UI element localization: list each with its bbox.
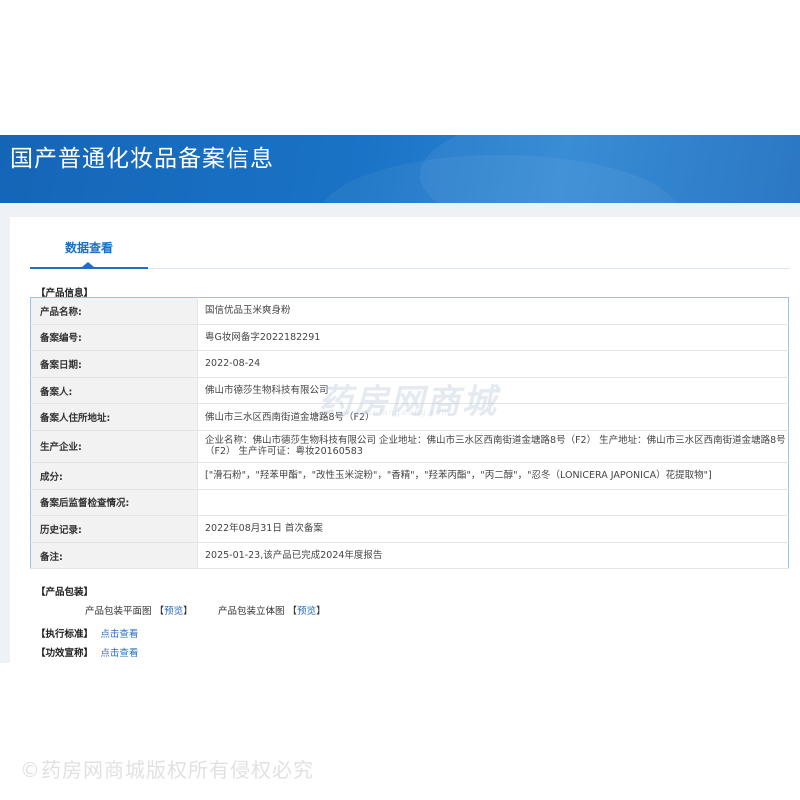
bracket-close: 】 xyxy=(183,606,193,617)
table-row: 产品名称: 国信优品玉米爽身粉 xyxy=(30,297,789,325)
bracket-open: 【 xyxy=(287,606,298,617)
standard-view-link[interactable]: 点击查看 xyxy=(100,629,138,640)
row-key: 备案人: xyxy=(30,377,198,405)
table-row: 备注: 2025-01-23,该产品已完成2024年度报告 xyxy=(30,542,789,570)
packaging-solid: 产品包装立体图 【预览】 xyxy=(218,603,326,617)
page-title: 国产普通化妆品备案信息 xyxy=(10,146,274,172)
row-key: 产品名称: xyxy=(30,297,198,325)
standard-row: 【执行标准】 点击查看 xyxy=(36,626,138,640)
table-row: 备案编号: 粤G妆网备字2022182291 xyxy=(30,324,789,352)
packaging-solid-label: 产品包装立体图 xyxy=(218,606,285,617)
row-value: 国信优品玉米爽身粉 xyxy=(197,297,789,325)
row-key: 备案日期: xyxy=(30,350,198,378)
bracket-close: 】 xyxy=(316,606,326,617)
watermark-url: www.yaofangwang.com xyxy=(336,408,451,417)
efficacy-label: 【功效宣称】 xyxy=(36,648,94,659)
packaging-plan: 产品包装平面图 【预览】 xyxy=(85,603,193,617)
product-info-table: 产品名称: 国信优品玉米爽身粉 备案编号: 粤G妆网备字2022182291 备… xyxy=(30,297,789,570)
copyright-watermark: ©药房网商城版权所有侵权必究 xyxy=(20,758,314,782)
tab-bar: 数据查看 xyxy=(30,235,790,269)
packaging-plan-label: 产品包装平面图 xyxy=(85,606,152,617)
tab-data-view[interactable]: 数据查看 xyxy=(30,235,148,269)
row-key: 历史记录: xyxy=(30,515,198,543)
tab-label: 数据查看 xyxy=(64,241,113,255)
preview-plan-link[interactable]: 预览 xyxy=(164,606,183,617)
header-banner: 国产普通化妆品备案信息 xyxy=(0,135,800,203)
row-key: 生产企业: xyxy=(30,430,198,463)
row-value: 企业名称：佛山市德莎生物科技有限公司 企业地址：佛山市三水区西南街道金塘路8号（… xyxy=(197,430,789,463)
row-key: 备案人住所地址: xyxy=(30,403,198,431)
row-value: 2025-01-23,该产品已完成2024年度报告 xyxy=(197,542,789,570)
table-row: 成分: ["滑石粉"，"羟苯甲酯"，"改性玉米淀粉"，"香精"，"羟苯丙酯"，"… xyxy=(30,462,789,490)
packaging-label: 【产品包装】 xyxy=(36,587,94,598)
row-value: 2022年08月31日 首次备案 xyxy=(197,515,789,543)
table-row: 备案后监督检查情况: xyxy=(30,489,789,517)
row-key: 备案编号: xyxy=(30,324,198,352)
table-row: 生产企业: 企业名称：佛山市德莎生物科技有限公司 企业地址：佛山市三水区西南街道… xyxy=(30,430,789,463)
efficacy-view-link[interactable]: 点击查看 xyxy=(100,648,138,659)
row-key: 备注: xyxy=(30,542,198,570)
table-row: 历史记录: 2022年08月31日 首次备案 xyxy=(30,515,789,543)
preview-solid-link[interactable]: 预览 xyxy=(297,606,316,617)
standard-label: 【执行标准】 xyxy=(36,629,94,640)
row-value: ["滑石粉"，"羟苯甲酯"，"改性玉米淀粉"，"香精"，"羟苯丙酯"，"丙二醇"… xyxy=(197,462,789,490)
row-value xyxy=(197,489,789,517)
row-key: 成分: xyxy=(30,462,198,490)
efficacy-row: 【功效宣称】 点击查看 xyxy=(36,645,138,659)
tab-caret-icon xyxy=(82,262,94,267)
bracket-open: 【 xyxy=(154,606,165,617)
row-value: 粤G妆网备字2022182291 xyxy=(197,324,789,352)
row-key: 备案后监督检查情况: xyxy=(30,489,198,517)
